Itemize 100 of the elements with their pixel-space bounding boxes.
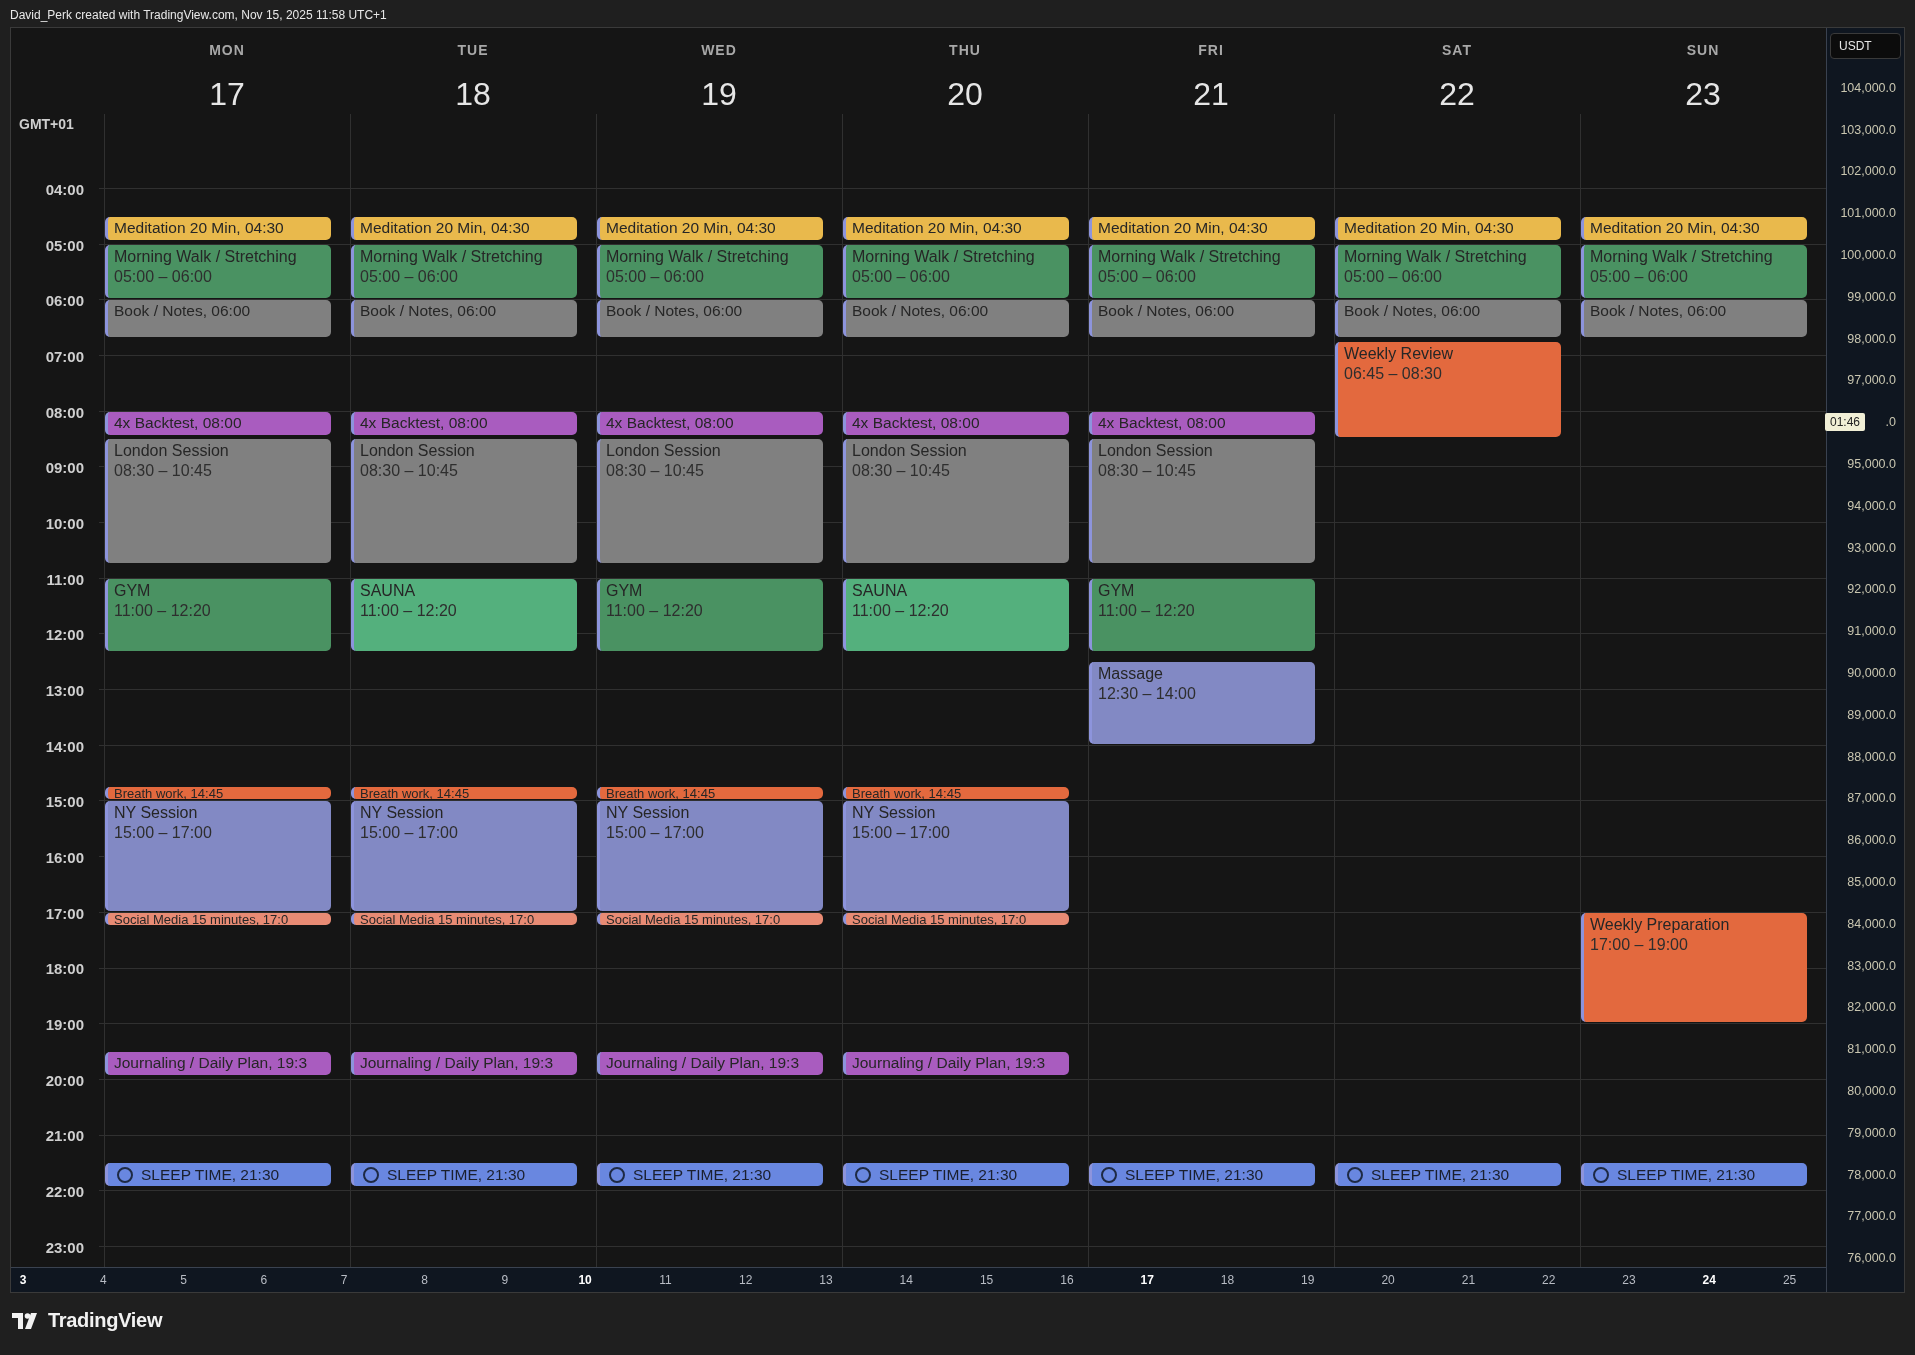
calendar-event[interactable]: Book / Notes, 06:00 <box>1089 300 1315 338</box>
calendar-event[interactable]: Social Media 15 minutes, 17:0 <box>351 912 577 925</box>
chart-caption: David_Perk created with TradingView.com, Nov 15, 2025 11:58 UTC+1 <box>9 7 388 24</box>
calendar-event[interactable]: London Session 08:30 – 10:45 <box>105 439 331 563</box>
hour-label: 16:00 <box>45 848 84 866</box>
weekday-label: TUE <box>457 42 489 58</box>
hour-label: 15:00 <box>45 792 84 810</box>
calendar-event[interactable]: Book / Notes, 06:00 <box>1581 300 1807 338</box>
calendar-task[interactable]: SLEEP TIME, 21:30 <box>843 1163 1069 1187</box>
price-label: 88,000.0 <box>1847 749 1896 764</box>
price-label: 98,000.0 <box>1847 331 1896 346</box>
calendar-event[interactable]: Meditation 20 Min, 04:30 <box>351 216 577 240</box>
hour-label: 20:00 <box>45 1071 84 1089</box>
calendar-event[interactable]: Book / Notes, 06:00 <box>843 300 1069 338</box>
price-label: 104,000.0 <box>1840 80 1896 95</box>
calendar-event[interactable]: Social Media 15 minutes, 17:0 <box>843 912 1069 925</box>
date-number: 19 <box>701 76 737 113</box>
calendar-event[interactable]: London Session 08:30 – 10:45 <box>351 439 577 563</box>
calendar-event[interactable]: NY Session 15:00 – 17:00 <box>105 801 331 911</box>
hour-label: 08:00 <box>45 403 84 421</box>
calendar-event[interactable]: Morning Walk / Stretching 05:00 – 06:00 <box>597 244 823 299</box>
calendar-event[interactable]: GYM 11:00 – 12:20 <box>1089 578 1315 651</box>
brand-name: TradingView <box>48 1309 163 1332</box>
axis-tick-label: 23 <box>1622 1273 1636 1288</box>
calendar-event[interactable]: Morning Walk / Stretching 05:00 – 06:00 <box>351 244 577 299</box>
calendar-event[interactable]: Meditation 20 Min, 04:30 <box>843 216 1069 240</box>
calendar-event[interactable]: 4x Backtest, 08:00 <box>843 411 1069 435</box>
calendar-event[interactable]: Journaling / Daily Plan, 19:3 <box>105 1051 331 1075</box>
calendar-task[interactable]: SLEEP TIME, 21:30 <box>1581 1163 1807 1187</box>
axis-tick-label: 7 <box>340 1273 348 1288</box>
date-number: 20 <box>947 76 983 113</box>
calendar-event[interactable]: Morning Walk / Stretching 05:00 – 06:00 <box>1581 244 1807 299</box>
calendar-event[interactable]: Breath work, 14:45 <box>105 787 331 800</box>
calendar-event[interactable]: London Session 08:30 – 10:45 <box>843 439 1069 563</box>
calendar-event[interactable]: 4x Backtest, 08:00 <box>351 411 577 435</box>
weekday-label: MON <box>209 42 245 58</box>
axis-tick-label: 17 <box>1140 1273 1154 1288</box>
calendar-event[interactable]: Social Media 15 minutes, 17:0 <box>597 912 823 925</box>
price-label: 79,000.0 <box>1847 1125 1896 1140</box>
weekday-label: THU <box>949 42 981 58</box>
calendar-event[interactable]: Meditation 20 Min, 04:30 <box>597 216 823 240</box>
weekday-label: SAT <box>1442 42 1472 58</box>
calendar-event[interactable]: Morning Walk / Stretching 05:00 – 06:00 <box>843 244 1069 299</box>
hour-label: 12:00 <box>45 625 84 643</box>
calendar-event[interactable]: Book / Notes, 06:00 <box>351 300 577 338</box>
calendar-event[interactable]: NY Session 15:00 – 17:00 <box>597 801 823 911</box>
axis-tick-label: 13 <box>819 1273 833 1288</box>
hour-label: 06:00 <box>45 291 84 309</box>
currency-button[interactable]: USDT <box>1830 33 1901 59</box>
calendar-task[interactable]: SLEEP TIME, 21:30 <box>1335 1163 1561 1187</box>
calendar-event[interactable]: Breath work, 14:45 <box>351 787 577 800</box>
hour-label: 14:00 <box>45 737 84 755</box>
calendar-event[interactable]: Weekly Preparation 17:00 – 19:00 <box>1581 912 1807 1023</box>
calendar-event[interactable]: GYM 11:00 – 12:20 <box>597 578 823 651</box>
calendar-event[interactable]: 4x Backtest, 08:00 <box>105 411 331 435</box>
calendar-event[interactable]: Meditation 20 Min, 04:30 <box>1089 216 1315 240</box>
calendar-task[interactable]: SLEEP TIME, 21:30 <box>351 1163 577 1187</box>
calendar-task[interactable]: SLEEP TIME, 21:30 <box>105 1163 331 1187</box>
calendar-event[interactable]: Journaling / Daily Plan, 19:3 <box>843 1051 1069 1075</box>
calendar-event[interactable]: London Session 08:30 – 10:45 <box>597 439 823 563</box>
time-badge: 01:46 <box>1825 413 1866 432</box>
calendar-event[interactable]: 4x Backtest, 08:00 <box>597 411 823 435</box>
price-label: 86,000.0 <box>1847 833 1896 848</box>
hour-label: 23:00 <box>45 1238 84 1256</box>
price-label: 81,000.0 <box>1847 1042 1896 1057</box>
calendar-task[interactable]: SLEEP TIME, 21:30 <box>1089 1163 1315 1187</box>
calendar-event[interactable]: Breath work, 14:45 <box>597 787 823 800</box>
calendar-event[interactable]: NY Session 15:00 – 17:00 <box>351 801 577 911</box>
axis-tick-label: 21 <box>1461 1273 1476 1288</box>
hour-label: 13:00 <box>45 681 84 699</box>
calendar-event[interactable]: Book / Notes, 06:00 <box>597 300 823 338</box>
date-number: 17 <box>209 76 245 113</box>
calendar-event[interactable]: Morning Walk / Stretching 05:00 – 06:00 <box>105 244 331 299</box>
calendar-event[interactable]: London Session 08:30 – 10:45 <box>1089 439 1315 563</box>
calendar-event[interactable]: Morning Walk / Stretching 05:00 – 06:00 <box>1089 244 1315 299</box>
price-label: 91,000.0 <box>1847 624 1896 639</box>
task-circle-icon <box>1347 1166 1363 1183</box>
calendar-event[interactable]: Meditation 20 Min, 04:30 <box>105 216 331 240</box>
calendar-event[interactable]: SAUNA 11:00 – 12:20 <box>351 578 577 651</box>
price-label: 78,000.0 <box>1847 1167 1896 1182</box>
calendar-event[interactable]: Journaling / Daily Plan, 19:3 <box>597 1051 823 1075</box>
calendar-event[interactable]: NY Session 15:00 – 17:00 <box>843 801 1069 911</box>
calendar-event[interactable]: Weekly Review 06:45 – 08:30 <box>1335 342 1561 438</box>
calendar-task[interactable]: SLEEP TIME, 21:30 <box>597 1163 823 1187</box>
calendar-event[interactable]: Morning Walk / Stretching 05:00 – 06:00 <box>1335 244 1561 299</box>
calendar-event[interactable]: Meditation 20 Min, 04:30 <box>1581 216 1807 240</box>
hour-label: 10:00 <box>45 514 84 532</box>
calendar-event[interactable]: SAUNA 11:00 – 12:20 <box>843 578 1069 651</box>
axis-tick-label: 6 <box>260 1273 268 1288</box>
calendar-event[interactable]: Journaling / Daily Plan, 19:3 <box>351 1051 577 1075</box>
calendar-event[interactable]: Book / Notes, 06:00 <box>105 300 331 338</box>
calendar-event[interactable]: 4x Backtest, 08:00 <box>1089 411 1315 435</box>
axis-tick-label: 15 <box>979 1273 994 1288</box>
calendar-event[interactable]: GYM 11:00 – 12:20 <box>105 578 331 651</box>
axis-tick-label: 20 <box>1381 1273 1395 1288</box>
calendar-event[interactable]: Book / Notes, 06:00 <box>1335 300 1561 338</box>
calendar-event[interactable]: Social Media 15 minutes, 17:0 <box>105 912 331 925</box>
calendar-event[interactable]: Breath work, 14:45 <box>843 787 1069 800</box>
calendar-event[interactable]: Massage 12:30 – 14:00 <box>1089 662 1315 744</box>
calendar-event[interactable]: Meditation 20 Min, 04:30 <box>1335 216 1561 240</box>
